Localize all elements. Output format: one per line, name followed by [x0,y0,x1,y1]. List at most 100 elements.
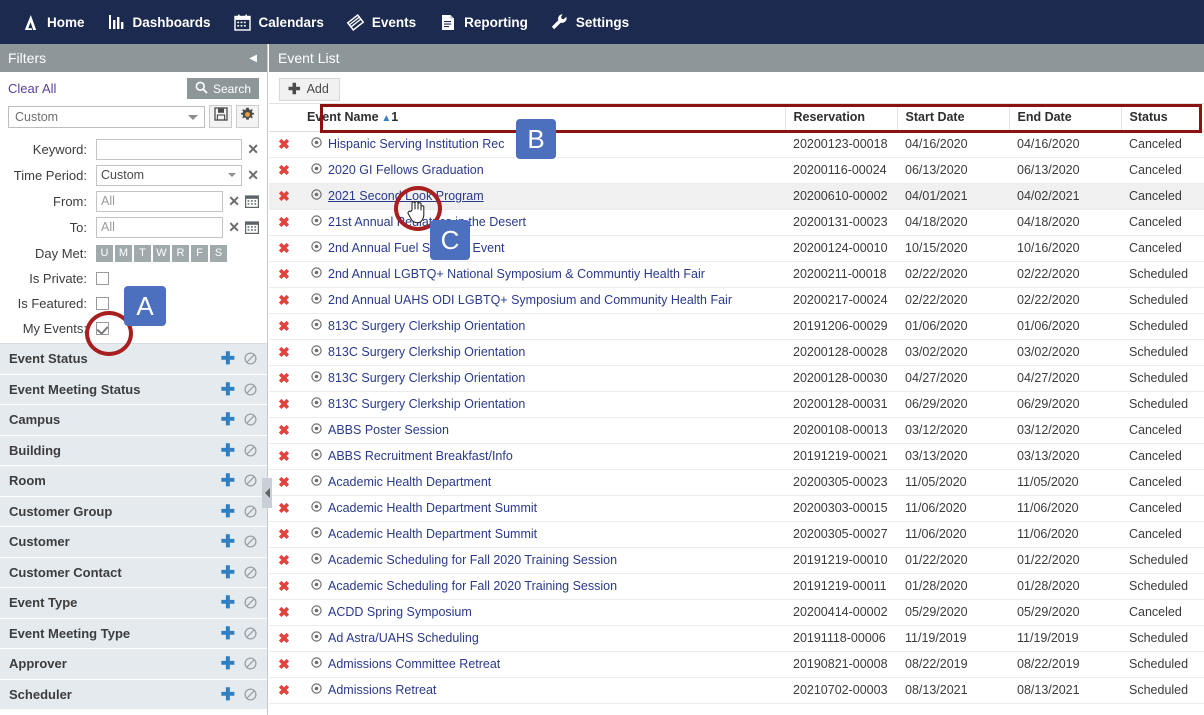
no-entry-icon[interactable] [244,505,257,518]
row-event-name-cell[interactable]: 2020 GI Fellows Graduation [299,157,785,184]
delete-x-icon[interactable]: ✖ [278,526,290,542]
to-date-input[interactable]: All [96,216,224,238]
accordion-item-event-meeting-type[interactable]: Event Meeting Type ✚ [0,618,267,649]
no-entry-icon[interactable] [244,383,257,396]
plus-icon[interactable]: ✚ [221,411,235,428]
from-date-input[interactable]: All [96,190,224,212]
event-name-link[interactable]: Academic Health Department [328,475,491,489]
target-icon[interactable] [311,397,322,411]
event-name-link[interactable]: Admissions Retreat [328,683,436,697]
target-icon[interactable] [311,163,322,177]
calendar-icon[interactable] [245,194,259,208]
accordion-item-approver[interactable]: Approver ✚ [0,649,267,680]
is-private-checkbox[interactable] [96,272,109,285]
day-toggle-f[interactable]: F [191,244,208,262]
row-event-name-cell[interactable]: Academic Scheduling for Fall 2020 Traini… [299,573,785,600]
row-delete-cell[interactable]: ✖ [269,625,299,652]
accordion-item-event-type[interactable]: Event Type ✚ [0,588,267,619]
accordion-item-customer-group[interactable]: Customer Group ✚ [0,496,267,527]
table-row[interactable]: ✖ ACDD Spring Symposium 20200414-00002 05/2… [269,599,1204,626]
search-button[interactable]: Search [186,78,259,99]
target-icon[interactable] [311,527,322,541]
event-name-link[interactable]: ABBS Recruitment Breakfast/Info [328,449,513,463]
event-name-link[interactable]: 813C Surgery Clerkship Orientation [328,371,525,385]
plus-icon[interactable]: ✚ [221,594,235,611]
event-name-link[interactable]: 813C Surgery Clerkship Orientation [328,345,525,359]
no-entry-icon[interactable] [244,352,257,365]
nav-item-settings[interactable]: Settings [539,0,640,44]
plus-icon[interactable]: ✚ [221,381,235,398]
delete-x-icon[interactable]: ✖ [278,552,290,568]
row-delete-cell[interactable]: ✖ [269,365,299,392]
delete-x-icon[interactable]: ✖ [278,240,290,256]
event-name-link[interactable]: Hispanic Serving Institution Rec [328,137,504,151]
event-name-link[interactable]: Academic Health Department Summit [328,527,537,541]
row-delete-cell[interactable]: ✖ [269,469,299,496]
row-event-name-cell[interactable]: 21st Annual Pediatrics in the Desert [299,209,785,236]
event-name-link[interactable]: 813C Surgery Clerkship Orientation [328,319,525,333]
table-row[interactable]: ✖ Ad Astra/UAHS Scheduling 20191118-00006 1… [269,625,1204,652]
delete-x-icon[interactable]: ✖ [278,578,290,594]
nav-item-home[interactable]: Home [10,0,96,44]
nav-item-reporting[interactable]: Reporting [427,0,539,44]
chevron-left-icon[interactable]: ◀ [247,53,259,64]
target-icon[interactable] [311,241,322,255]
delete-x-icon[interactable]: ✖ [278,344,290,360]
is-featured-checkbox[interactable] [96,297,109,310]
table-row[interactable]: ✖ Academic Scheduling for Fall 2020 Train… [269,547,1204,574]
row-event-name-cell[interactable]: Admissions Committee Retreat [299,651,785,678]
table-row[interactable]: ✖ 813C Surgery Clerkship Orientation 20191… [269,313,1204,340]
plus-icon[interactable]: ✚ [221,686,235,703]
row-delete-cell[interactable]: ✖ [269,417,299,444]
event-name-link[interactable]: ABBS Poster Session [328,423,449,437]
nav-item-dashboards[interactable]: Dashboards [96,0,222,44]
event-name-link[interactable]: 813C Surgery Clerkship Orientation [328,397,525,411]
row-delete-cell[interactable]: ✖ [269,339,299,366]
target-icon[interactable] [311,423,322,437]
event-name-link[interactable]: 2nd Annual Fuel Summer Event [328,241,505,255]
row-event-name-cell[interactable]: Admissions Retreat [299,677,785,704]
row-event-name-cell[interactable]: 813C Surgery Clerkship Orientation [299,339,785,366]
row-event-name-cell[interactable]: ABBS Recruitment Breakfast/Info [299,443,785,470]
row-delete-cell[interactable]: ✖ [269,521,299,548]
row-delete-cell[interactable]: ✖ [269,495,299,522]
table-row[interactable]: ✖ 2nd Annual Fuel Summer Event 20200124-00… [269,235,1204,262]
event-name-link[interactable]: Admissions Committee Retreat [328,657,500,671]
clear-all-link[interactable]: Clear All [8,81,56,96]
table-row[interactable]: ✖ Admissions Retreat 20210702-00003 08/13/2… [269,677,1204,704]
nav-item-events[interactable]: Events [335,0,427,44]
table-row[interactable]: ✖ Academic Health Department Summit 202003… [269,495,1204,522]
accordion-item-scheduler[interactable]: Scheduler ✚ [0,679,267,710]
table-row[interactable]: ✖ Admissions Committee Retreat 20190821-00… [269,651,1204,678]
target-icon[interactable] [311,345,322,359]
table-row[interactable]: ✖ Hispanic Serving Institution Rec 2020012… [269,131,1204,158]
no-entry-icon[interactable] [244,657,257,670]
delete-x-icon[interactable]: ✖ [278,162,290,178]
sidebar-collapse-handle[interactable] [262,478,272,508]
row-delete-cell[interactable]: ✖ [269,157,299,184]
target-icon[interactable] [311,371,322,385]
row-delete-cell[interactable]: ✖ [269,443,299,470]
target-icon[interactable] [311,631,322,645]
plus-icon[interactable]: ✚ [221,533,235,550]
filter-settings-button[interactable] [236,105,259,128]
delete-x-icon[interactable]: ✖ [278,630,290,646]
day-toggle-r[interactable]: R [172,244,189,262]
column-header-status[interactable]: Status [1121,104,1204,132]
row-event-name-cell[interactable]: 813C Surgery Clerkship Orientation [299,313,785,340]
add-button[interactable]: ✚ Add [279,77,340,101]
table-row[interactable]: ✖ ABBS Recruitment Breakfast/Info 20191219… [269,443,1204,470]
no-entry-icon[interactable] [244,627,257,640]
plus-icon[interactable]: ✚ [221,564,235,581]
table-row[interactable]: ✖ Academic Health Department 20200305-0002… [269,469,1204,496]
no-entry-icon[interactable] [244,474,257,487]
day-toggle-t[interactable]: T [134,244,151,262]
row-delete-cell[interactable]: ✖ [269,547,299,574]
no-entry-icon[interactable] [244,596,257,609]
row-event-name-cell[interactable]: Academic Health Department Summit [299,495,785,522]
row-event-name-cell[interactable]: 2021 Second Look Program [299,183,785,210]
target-icon[interactable] [311,475,322,489]
clear-x-icon[interactable]: ✕ [228,220,240,234]
event-name-link[interactable]: Ad Astra/UAHS Scheduling [328,631,479,645]
delete-x-icon[interactable]: ✖ [278,604,290,620]
